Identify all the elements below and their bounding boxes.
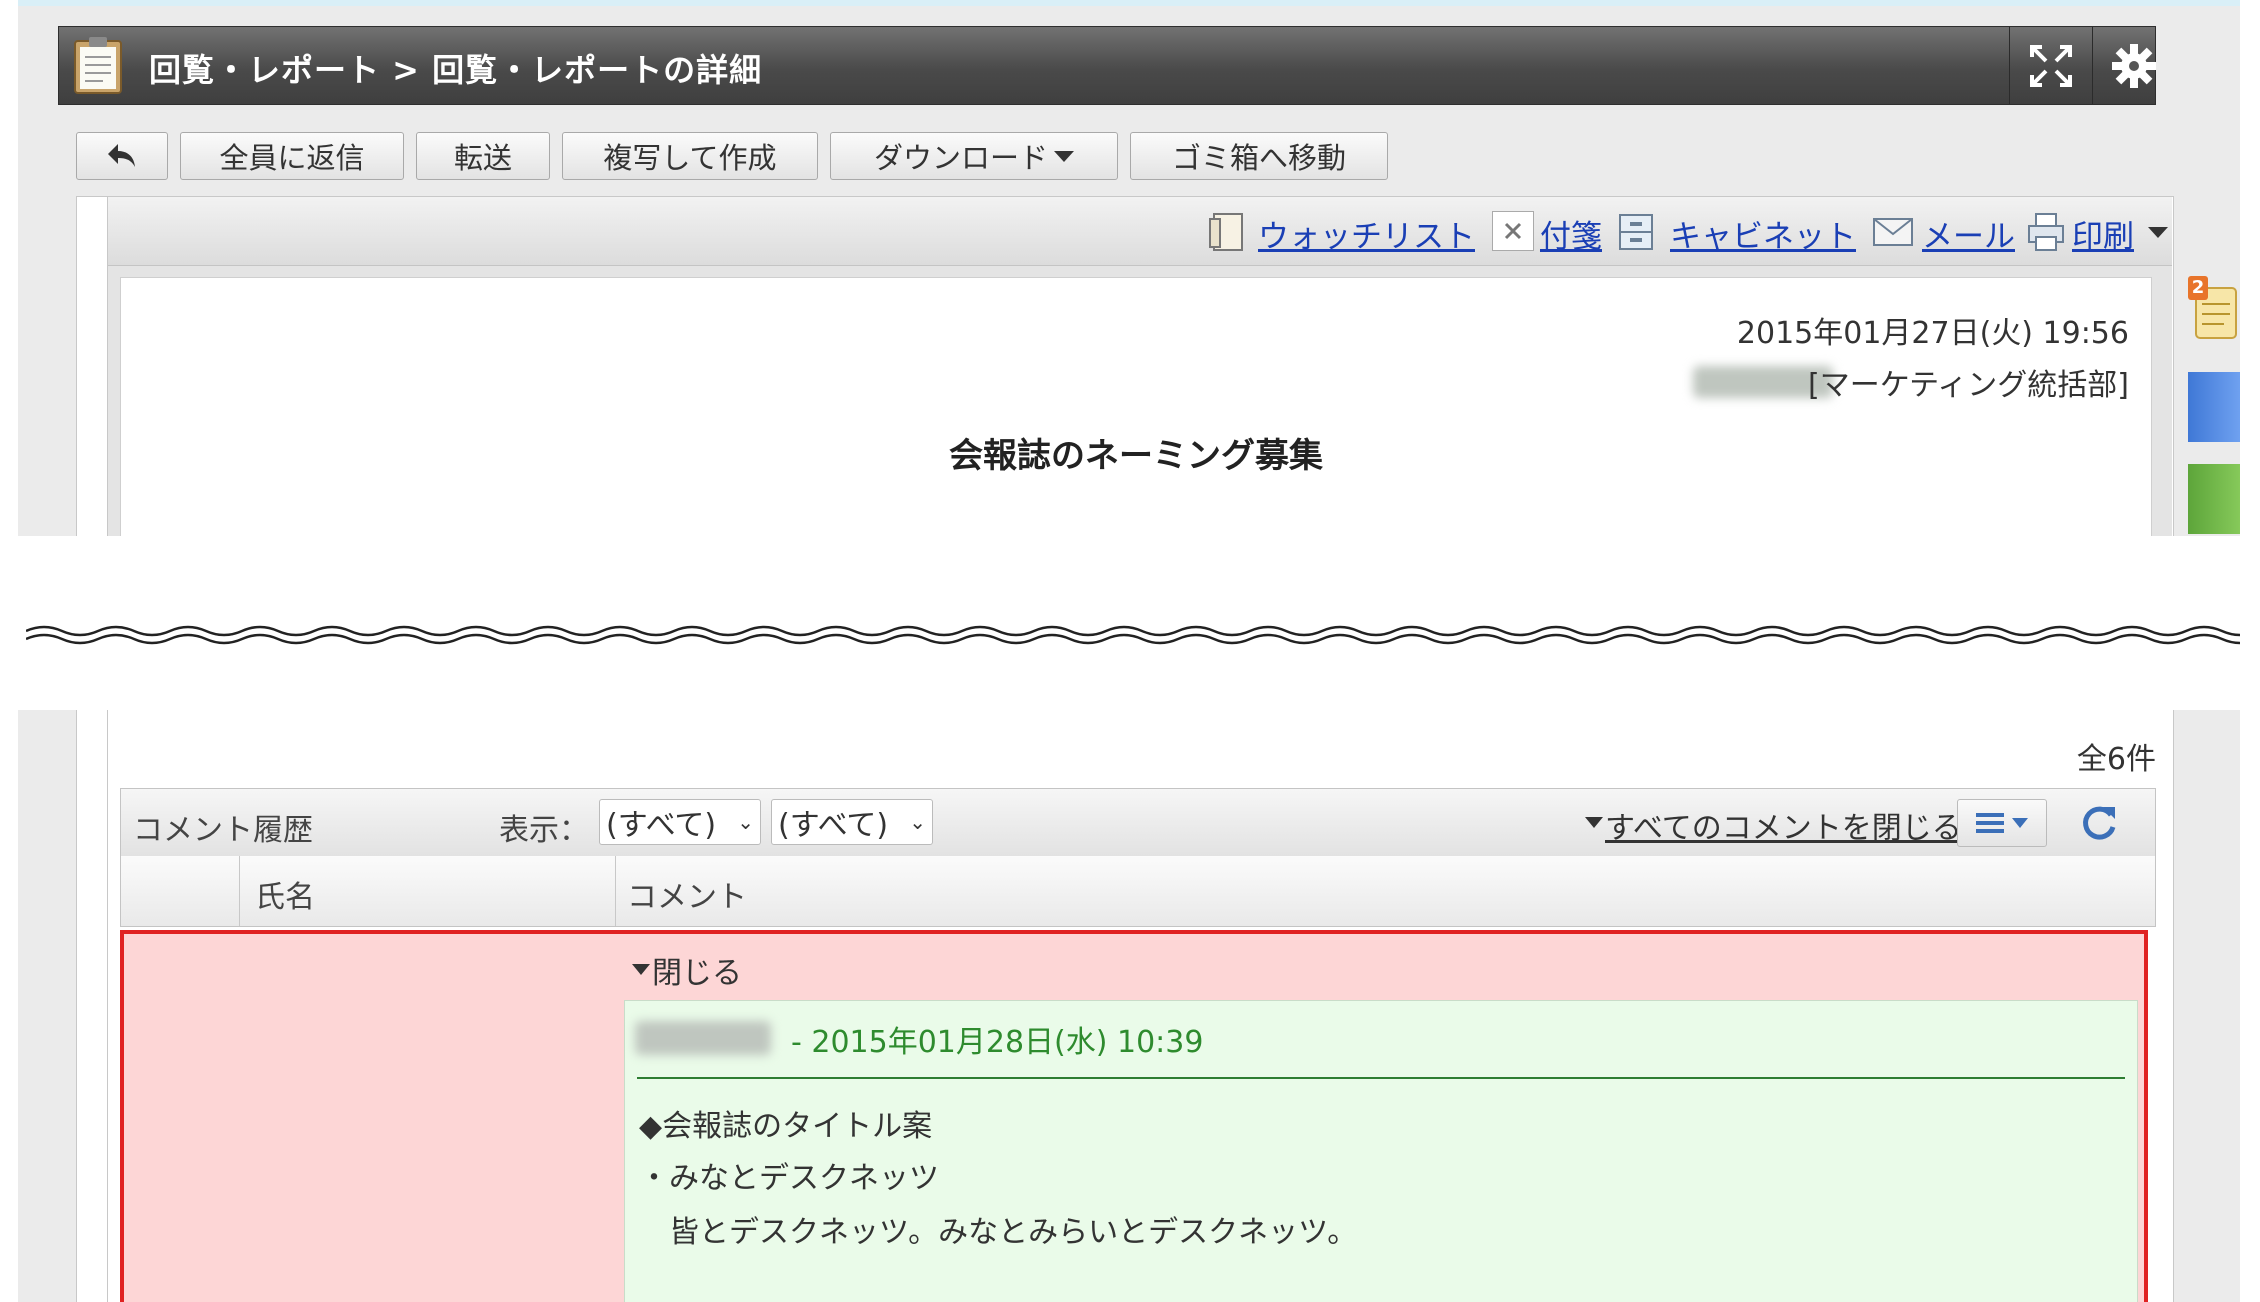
display-label: 表示： (499, 813, 589, 848)
sticky-close-icon[interactable] (1492, 211, 1534, 251)
comment-line-2: ・みなとデスクネッツ (639, 1161, 939, 1196)
print-link[interactable]: 印刷 (2072, 211, 2134, 256)
watchlist-link[interactable]: ウォッチリスト (1258, 211, 1475, 256)
comment-separator (637, 1077, 2125, 1079)
notes-badge: 2 (2191, 277, 2205, 298)
comment-body: - 2015年01月28日(水) 10:39 ◆会報誌のタイトル案 ・みなとデス… (624, 1000, 2138, 1302)
list-icon (1976, 813, 2004, 833)
back-arrow-icon (108, 144, 135, 167)
download-button[interactable]: ダウンロード (830, 132, 1118, 180)
settings-button[interactable] (2092, 27, 2175, 104)
collapse-toggle[interactable]: 閉じる (652, 948, 742, 992)
side-notes-widget[interactable]: 2 (2188, 272, 2240, 344)
chevron-down-icon: ⌄ (737, 810, 754, 834)
close-all-comments-link[interactable]: すべてのコメントを閉じる (1605, 803, 1962, 847)
top-strip (18, 0, 2240, 6)
download-label: ダウンロード (873, 141, 1048, 175)
gear-icon (2112, 43, 2156, 88)
comment-panel: 全6件 コメント履歴 表示： (すべて) ⌄ (すべて) ⌄ すべてのコメントを… (18, 710, 2240, 1302)
page-title: 回覧・レポート > 回覧・レポートの詳細 (149, 51, 763, 89)
comment-history-header: コメント履歴 表示： (すべて) ⌄ (すべて) ⌄ すべてのコメントを閉じる (120, 788, 2156, 858)
content-frame: ウォッチリスト 付箋 キャビネット メール 印刷 2015年01月27日(火) … (76, 196, 2174, 536)
comment-table-header: 氏名 コメント (120, 856, 2156, 927)
forward-button[interactable]: 転送 (416, 132, 550, 180)
chevron-down-icon: ⌄ (909, 810, 926, 834)
mail-icon (1872, 217, 1914, 251)
column-header-comment: コメント (627, 880, 747, 915)
cabinet-link[interactable]: キャビネット (1670, 211, 1856, 256)
wavy-divider (26, 625, 2240, 645)
content-inner: ウォッチリスト 付箋 キャビネット メール 印刷 2015年01月27日(火) … (107, 197, 2172, 536)
close-all-caret-icon (1585, 817, 1603, 828)
comment-date: - 2015年01月28日(水) 10:39 (791, 1025, 1204, 1060)
comment-frame: 全6件 コメント履歴 表示： (すべて) ⌄ (すべて) ⌄ すべてのコメントを… (76, 710, 2174, 1302)
bookmark-icon (1206, 211, 1250, 257)
report-datetime: 2015年01月27日(火) 19:56 (1736, 316, 2129, 351)
report-title: 会報誌のネーミング募集 (949, 436, 1323, 476)
filter-select-2-value: (すべて) (778, 808, 889, 843)
filter-select-1-value: (すべて) (606, 808, 717, 843)
side-green-tab[interactable] (2188, 464, 2240, 534)
dropdown-caret-icon (1054, 150, 1074, 162)
collapse-caret-icon (632, 964, 650, 975)
sticky-link[interactable]: 付箋 (1540, 211, 1602, 256)
trash-button[interactable]: ゴミ箱へ移動 (1130, 132, 1388, 180)
column-header-name: 氏名 (255, 880, 315, 915)
comment-history-label: コメント履歴 (133, 813, 313, 848)
filter-select-2[interactable]: (すべて) ⌄ (771, 799, 933, 845)
comment-count: 全6件 (2076, 742, 2156, 777)
column-divider (615, 856, 616, 926)
clipboard-icon (73, 35, 123, 95)
comment-row-highlighted: 閉じる - 2015年01月28日(水) 10:39 ◆会報誌のタイトル案 ・み… (120, 930, 2148, 1302)
fullscreen-button[interactable] (2009, 27, 2092, 104)
cabinet-icon (1616, 211, 1656, 257)
filter-select-1[interactable]: (すべて) ⌄ (599, 799, 761, 845)
reply-all-button[interactable]: 全員に返信 (180, 132, 404, 180)
back-button[interactable] (76, 132, 168, 180)
report-document: 2015年01月27日(火) 19:56 [マーケティング統括部] 会報誌のネー… (120, 277, 2152, 536)
column-divider (239, 856, 240, 926)
title-bar: 回覧・レポート > 回覧・レポートの詳細 (58, 26, 2156, 105)
comment-line-3: 皆とデスクネッツ。みなとみらいとデスクネッツ。 (669, 1215, 1358, 1250)
printer-icon (2026, 211, 2066, 257)
side-blue-tab[interactable] (2188, 372, 2240, 442)
caret-icon (2012, 818, 2028, 828)
refresh-icon[interactable] (2079, 803, 2119, 847)
comment-line-1: ◆会報誌のタイトル案 (639, 1109, 933, 1144)
report-department: [マーケティング統括部] (1807, 368, 2129, 403)
action-bar: ウォッチリスト 付箋 キャビネット メール 印刷 (108, 197, 2172, 266)
copy-create-button[interactable]: 複写して作成 (562, 132, 818, 180)
print-caret-icon[interactable] (2148, 227, 2168, 238)
expand-icon (2030, 44, 2072, 87)
report-detail-panel: 回覧・レポート > 回覧・レポートの詳細 全員に返信 転送 複写して作成 ダウン… (18, 0, 2240, 536)
commenter-name-blurred (635, 1021, 771, 1055)
list-view-menu-button[interactable] (1957, 799, 2047, 847)
comment-inner: 全6件 コメント履歴 表示： (すべて) ⌄ (すべて) ⌄ すべてのコメントを… (107, 710, 2172, 1302)
mail-link[interactable]: メール (1922, 211, 2015, 256)
